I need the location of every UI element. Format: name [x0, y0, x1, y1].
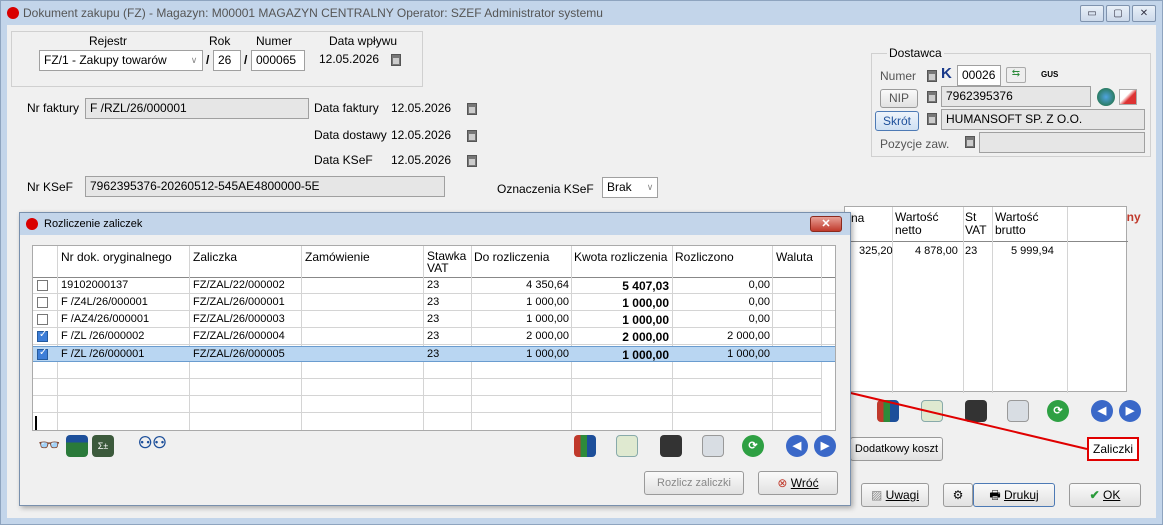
app-icon: [26, 218, 38, 230]
table-row[interactable]: F /ZL /26/000001 FZ/ZAL/26/000005 23 1 000,…: [33, 346, 835, 362]
table-row[interactable]: 19102000137 FZ/ZAL/22/000002 23 4 350,64 5 4…: [33, 278, 835, 294]
column-header[interactable]: Kwota rozliczenia: [574, 250, 667, 264]
table-cell-vat: 23: [427, 279, 440, 291]
table-cell-do_rozl: 1 000,00: [526, 296, 569, 308]
table-cell-nr: F /ZL /26/000001: [61, 348, 145, 360]
table-cell-nr: F /AZ4/26/000001: [61, 313, 150, 325]
wroc-label: Wróć: [790, 476, 819, 490]
table-cell-rozliczono: 0,00: [748, 279, 770, 291]
table-cell-vat: 23: [427, 296, 440, 308]
refresh-icon[interactable]: ⟳: [742, 435, 764, 457]
wroc-button[interactable]: ⊗ Wróć: [758, 471, 838, 495]
table-cell-do_rozl: 1 000,00: [526, 348, 569, 360]
column-header[interactable]: Nr dok. oryginalnego: [61, 250, 172, 264]
table-cell-kwota: 1 000,00: [622, 313, 669, 327]
row-checkbox[interactable]: [37, 314, 48, 325]
table-cell-zaliczka: FZ/ZAL/26/000004: [193, 330, 285, 342]
filter-icon[interactable]: [66, 435, 88, 457]
table-cell-kwota: 5 407,03: [622, 279, 669, 293]
text-cursor: [35, 416, 37, 430]
table-cell-vat: 23: [427, 330, 440, 342]
rozliczenie-zaliczek-dialog: Rozliczenie zaliczek ✕ Nr dok. oryginaln…: [19, 212, 851, 506]
cancel-icon: ⊗: [777, 476, 791, 490]
calculator-icon[interactable]: Σ±: [92, 435, 114, 457]
table-cell-do_rozl: 1 000,00: [526, 313, 569, 325]
save-icon[interactable]: [660, 435, 682, 457]
table-row[interactable]: F /ZL /26/000002 FZ/ZAL/26/000004 23 2 000,…: [33, 329, 835, 345]
column-header[interactable]: Waluta: [776, 250, 813, 264]
table-cell-vat: 23: [427, 348, 440, 360]
row-checkbox[interactable]: [37, 280, 48, 291]
column-header[interactable]: Zamówienie: [305, 250, 370, 264]
row-checkbox[interactable]: [37, 297, 48, 308]
rozlicz-zaliczki-button[interactable]: Rozlicz zaliczki: [644, 471, 744, 495]
table-cell-kwota: 1 000,00: [622, 296, 669, 310]
table-row[interactable]: F /Z4L/26/000001 FZ/ZAL/26/000001 23 1 000,…: [33, 295, 835, 311]
empty-row[interactable]: [33, 380, 821, 396]
column-header[interactable]: Rozliczono: [675, 250, 734, 264]
table-cell-do_rozl: 4 350,64: [526, 279, 569, 291]
grid-settings-icon[interactable]: ⚇⚇: [138, 433, 167, 453]
empty-row[interactable]: [33, 363, 821, 379]
column-header[interactable]: Stawka VAT: [427, 250, 469, 274]
table-cell-nr: 19102000137: [61, 279, 129, 291]
table-cell-rozliczono: 0,00: [748, 313, 770, 325]
table-cell-kwota: 1 000,00: [622, 348, 669, 362]
table-cell-zaliczka: FZ/ZAL/22/000002: [193, 279, 285, 291]
table-cell-zaliczka: FZ/ZAL/26/000005: [193, 348, 285, 360]
dialog-close-button[interactable]: ✕: [810, 216, 842, 232]
table-cell-rozliczono: 1 000,00: [727, 348, 770, 360]
dialog-title-bar[interactable]: Rozliczenie zaliczek ✕: [20, 213, 850, 235]
previous-icon[interactable]: ◀: [786, 435, 808, 457]
row-checkbox[interactable]: [37, 347, 48, 360]
table-cell-nr: F /ZL /26/000002: [61, 330, 145, 342]
binoculars-icon[interactable]: 👓: [38, 435, 60, 456]
dialog-title: Rozliczenie zaliczek: [44, 218, 143, 230]
table-cell-rozliczono: 2 000,00: [727, 330, 770, 342]
table-cell-zaliczka: FZ/ZAL/26/000001: [193, 296, 285, 308]
column-header[interactable]: Zaliczka: [193, 250, 237, 264]
advances-table[interactable]: Nr dok. oryginalnego Zaliczka Zamówienie…: [32, 245, 836, 431]
document-icon[interactable]: [616, 435, 638, 457]
chart-icon[interactable]: [574, 435, 596, 457]
table-cell-do_rozl: 2 000,00: [526, 330, 569, 342]
table-cell-vat: 23: [427, 313, 440, 325]
table-cell-kwota: 2 000,00: [622, 330, 669, 344]
copy-icon[interactable]: [702, 435, 724, 457]
row-checkbox[interactable]: [37, 329, 48, 342]
next-icon[interactable]: ▶: [814, 435, 836, 457]
table-row[interactable]: F /AZ4/26/000001 FZ/ZAL/26/000003 23 1 000,…: [33, 312, 835, 328]
empty-row[interactable]: [33, 397, 821, 413]
table-cell-rozliczono: 0,00: [748, 296, 770, 308]
column-header[interactable]: Do rozliczenia: [474, 250, 549, 264]
main-window: Dokument zakupu (FZ) - Magazyn: M00001 M…: [0, 0, 1163, 525]
table-cell-nr: F /Z4L/26/000001: [61, 296, 148, 308]
table-cell-zaliczka: FZ/ZAL/26/000003: [193, 313, 285, 325]
